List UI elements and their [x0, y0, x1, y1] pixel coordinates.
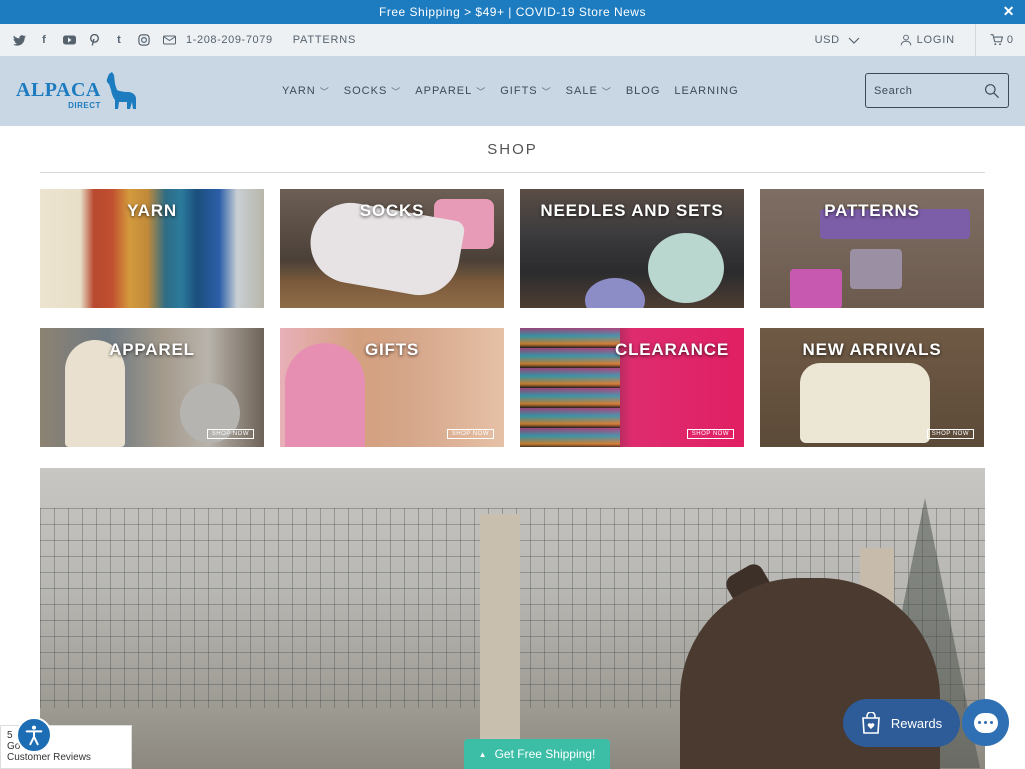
nav-item-apparel[interactable]: APPAREL ﹀	[415, 85, 486, 98]
alpaca-logo-icon	[106, 72, 136, 109]
site-logo[interactable]: ALPACA DIRECT	[16, 72, 139, 110]
tile-label: CLEARANCE	[615, 340, 729, 359]
category-tile-patterns[interactable]: PATTERNS	[760, 189, 984, 308]
main-nav: YARN ﹀ SOCKS ﹀ APPAREL ﹀ GIFTS ﹀ SALE ﹀ BLOG …	[282, 85, 739, 98]
nav-item-yarn[interactable]: YARN ﹀	[282, 85, 330, 98]
category-tile-yarn[interactable]: YARN	[40, 189, 264, 308]
rewards-label: Rewards	[890, 715, 943, 731]
nav-label: GIFTS	[500, 85, 538, 97]
shop-now-button[interactable]: SHOP NOW	[206, 429, 254, 439]
logo-sub: DIRECT	[68, 101, 101, 110]
mail-icon[interactable]	[162, 33, 176, 47]
top-utility-bar: f t 1-208-209-7079 PATTERNS USD LOGIN 0	[0, 24, 1025, 56]
currency-select[interactable]: USD	[815, 34, 900, 46]
search-box	[865, 73, 1009, 108]
free-shipping-label: Get Free Shipping!	[494, 747, 596, 761]
nav-label: SOCKS	[343, 85, 388, 97]
knit-image	[800, 363, 930, 443]
nav-item-blog[interactable]: BLOG	[626, 85, 661, 98]
reviews-score: 5	[7, 730, 13, 741]
login-label: LOGIN	[916, 34, 955, 46]
category-tile-needles[interactable]: NEEDLES AND SETS	[520, 189, 744, 308]
login-link[interactable]: LOGIN	[900, 34, 975, 46]
chevron-down-icon: ﹀	[601, 86, 612, 97]
search-input[interactable]	[874, 84, 985, 97]
tile-label: SOCKS	[359, 201, 425, 220]
shop-now-button[interactable]: SHOP NOW	[926, 429, 974, 439]
pinterest-icon[interactable]	[87, 33, 101, 47]
announcement-bar[interactable]: Free Shipping > $49+ | COVID-19 Store Ne…	[0, 0, 1025, 24]
search-icon[interactable]	[984, 82, 1000, 100]
category-grid: YARN SOCKS NEEDLES AND SETS PATTERNS APP…	[40, 189, 985, 447]
chat-button[interactable]	[962, 699, 1009, 746]
shopping-bag-heart-icon	[861, 712, 880, 734]
cart-icon	[990, 34, 1003, 46]
nav-item-learning[interactable]: LEARNING	[674, 85, 738, 98]
currency-value: USD	[814, 34, 840, 46]
nav-label: BLOG	[625, 85, 661, 97]
topbar-right: USD LOGIN 0	[815, 24, 1013, 56]
nav-item-sale[interactable]: SALE ﹀	[566, 85, 612, 98]
tumblr-icon[interactable]: t	[112, 33, 126, 47]
granny-square-image	[790, 269, 842, 308]
yarn-ball-image	[585, 278, 645, 308]
main-header: ALPACA DIRECT YARN ﹀ SOCKS ﹀ APPAREL ﹀ GIFT…	[0, 56, 1025, 126]
phone-link[interactable]: 1-208-209-7079	[186, 34, 273, 46]
cart-link[interactable]: 0	[974, 24, 1013, 56]
granny-square-image	[850, 249, 902, 289]
nav-item-gifts[interactable]: GIFTS ﹀	[500, 85, 551, 98]
chat-bubble-icon	[973, 712, 998, 733]
reviews-label: Customer Reviews	[7, 752, 91, 763]
patterns-link[interactable]: PATTERNS	[293, 34, 356, 46]
caret-up-icon: ▲	[478, 749, 487, 759]
nav-label: APPAREL	[415, 85, 473, 97]
tile-label: APPAREL	[109, 340, 195, 359]
yarn-ball-image	[648, 233, 724, 303]
tile-label: NEW ARRIVALS	[802, 340, 942, 359]
user-icon	[900, 34, 911, 46]
chevron-down-icon	[848, 37, 860, 44]
youtube-icon[interactable]	[62, 33, 76, 47]
accessibility-icon[interactable]	[16, 717, 52, 753]
category-tile-new-arrivals[interactable]: NEW ARRIVALS SHOP NOW	[760, 328, 984, 447]
social-links: f t	[12, 33, 176, 47]
shop-now-button[interactable]: SHOP NOW	[446, 429, 494, 439]
tile-label: GIFTS	[364, 340, 420, 359]
nav-label: LEARNING	[674, 85, 739, 97]
chevron-down-icon: ﹀	[319, 86, 330, 97]
free-shipping-tab[interactable]: ▲ Get Free Shipping!	[464, 739, 610, 769]
instagram-icon[interactable]	[137, 33, 151, 47]
fence-post-image	[480, 514, 520, 769]
chevron-down-icon: ﹀	[391, 86, 402, 97]
tile-label: NEEDLES AND SETS	[540, 201, 724, 220]
category-tile-socks[interactable]: SOCKS	[280, 189, 504, 308]
nav-label: YARN	[282, 85, 316, 97]
cart-count: 0	[1006, 34, 1013, 46]
category-tile-apparel[interactable]: APPAREL SHOP NOW	[40, 328, 264, 447]
tile-label: PATTERNS	[824, 201, 920, 220]
rewards-button[interactable]: Rewards	[843, 699, 960, 747]
nav-item-socks[interactable]: SOCKS ﹀	[344, 85, 402, 98]
tile-label: YARN	[127, 201, 177, 220]
category-tile-clearance[interactable]: CLEARANCE SHOP NOW	[520, 328, 744, 447]
nav-label: SALE	[565, 85, 598, 97]
close-icon[interactable]: ✕	[1003, 3, 1015, 20]
divider	[40, 172, 985, 173]
chevron-down-icon: ﹀	[476, 86, 487, 97]
category-tile-gifts[interactable]: GIFTS SHOP NOW	[280, 328, 504, 447]
twitter-icon[interactable]	[12, 33, 26, 47]
logo-word: ALPACA	[16, 79, 101, 101]
shop-now-button[interactable]: SHOP NOW	[686, 429, 734, 439]
announcement-text[interactable]: Free Shipping > $49+ | COVID-19 Store Ne…	[379, 5, 646, 19]
page-title: SHOP	[487, 141, 538, 158]
chevron-down-icon: ﹀	[541, 86, 552, 97]
facebook-icon[interactable]: f	[37, 33, 51, 47]
